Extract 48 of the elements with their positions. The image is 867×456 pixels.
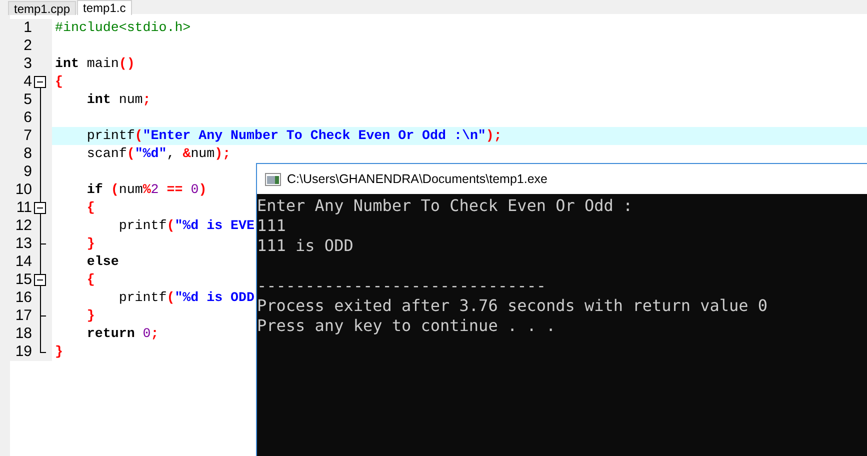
line-number: 11 <box>15 199 32 217</box>
line-number: 12 <box>14 217 32 235</box>
code-line: return 0; <box>86 326 159 341</box>
code-line: else <box>86 254 119 269</box>
line-number: 2 <box>22 37 32 55</box>
console-output-line: ------------------------------ <box>257 275 546 296</box>
code-line: printf("Enter Any Number To Check Even Or Odd :\n"); <box>86 128 502 143</box>
line-number: 7 <box>22 127 32 145</box>
code-line: } <box>55 344 63 359</box>
file-tab[interactable]: temp1.cpp <box>8 1 76 15</box>
code-line: printf("%d is ODD <box>118 290 254 305</box>
line-number: 19 <box>14 343 32 361</box>
code-line: } <box>86 308 95 323</box>
line-number: 1 <box>22 19 32 37</box>
fold-toggle-icon[interactable] <box>34 73 47 91</box>
line-number: 17 <box>14 307 32 325</box>
line-number: 6 <box>22 109 32 127</box>
console-output-line: Process exited after 3.76 seconds with return value 0 <box>257 296 768 316</box>
console-output-line: 111 <box>257 216 286 236</box>
code-line: #include<stdio.h> <box>55 20 191 35</box>
code-line: scanf("%d", &num); <box>86 146 231 161</box>
line-number: 18 <box>14 325 32 343</box>
code-line: int main() <box>55 56 135 71</box>
console-output-line: 111 is ODD <box>257 236 354 256</box>
line-number: 9 <box>22 163 32 181</box>
line-number: 16 <box>14 289 32 307</box>
code-line: if (num%2 == 0) <box>86 182 207 197</box>
line-number: 14 <box>14 253 32 271</box>
line-number: 3 <box>22 55 32 73</box>
line-number: 10 <box>14 181 32 199</box>
file-tab[interactable]: temp1.c <box>77 0 132 15</box>
code-line: printf("%d is EVE <box>118 218 254 233</box>
console-output-line: Press any key to continue . . . <box>257 316 556 336</box>
line-number: 13 <box>14 235 32 253</box>
code-line: int num; <box>86 92 151 107</box>
window-title: C:\Users\GHANENDRA\Documents\temp1.exe <box>287 172 548 186</box>
fold-toggle-icon[interactable] <box>34 271 47 289</box>
code-line: { <box>55 74 63 89</box>
line-number: 4 <box>22 73 32 91</box>
line-number: 15 <box>14 271 32 289</box>
line-number: 8 <box>22 145 32 163</box>
fold-toggle-icon[interactable] <box>34 199 47 217</box>
line-number: 5 <box>22 91 32 109</box>
code-line: { <box>86 200 95 215</box>
code-line: } <box>86 236 95 251</box>
console-output-line: Enter Any Number To Check Even Or Odd : <box>257 196 633 216</box>
code-line: { <box>86 272 95 287</box>
console-app-icon <box>265 172 281 186</box>
